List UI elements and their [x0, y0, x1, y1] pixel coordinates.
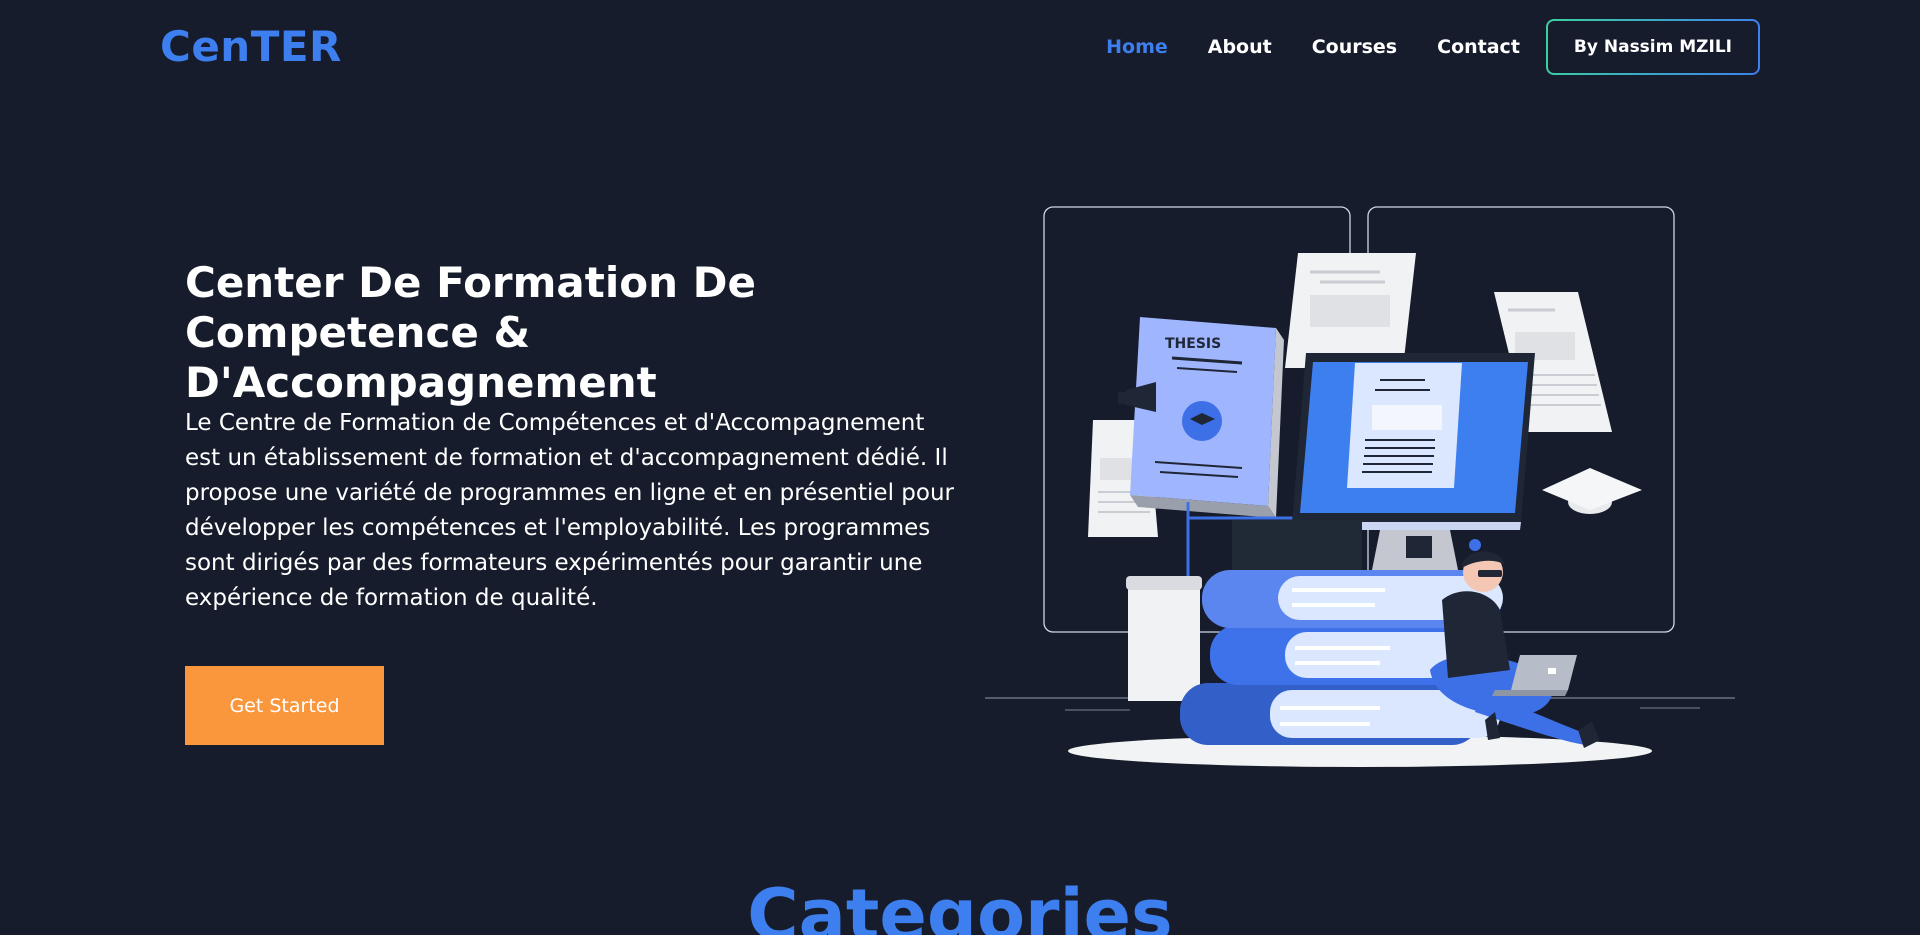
categories-section-title: Categories — [747, 874, 1173, 935]
nav-contact-link[interactable]: Contact — [1437, 36, 1520, 58]
site-logo[interactable]: CenTER — [160, 22, 342, 71]
hero-title-line2: Competence & D'Accompagnement — [185, 308, 657, 407]
hero-illustration: THESIS — [985, 206, 1735, 767]
get-started-button[interactable]: Get Started — [185, 666, 384, 745]
landing-page: CenTER Home About Courses Contact By Nas… — [0, 0, 1920, 935]
author-button[interactable]: By Nassim MZILI — [1546, 19, 1760, 75]
nav-courses-link[interactable]: Courses — [1312, 36, 1397, 58]
thesis-label: THESIS — [1165, 336, 1221, 352]
main-nav: Home About Courses Contact By Nassim MZI… — [1066, 20, 1760, 74]
hero-title: Center De Formation De Competence & D'Ac… — [185, 258, 965, 408]
graduation-cap-icon — [1542, 468, 1642, 514]
nav-home-link[interactable]: Home — [1106, 36, 1168, 58]
paper-top — [1285, 253, 1416, 368]
storage-jar — [1126, 576, 1202, 701]
hero-title-line1: Center De Formation De — [185, 258, 756, 307]
nav-about-link[interactable]: About — [1208, 36, 1272, 58]
hero-description: Le Centre de Formation de Compétences et… — [185, 410, 954, 611]
